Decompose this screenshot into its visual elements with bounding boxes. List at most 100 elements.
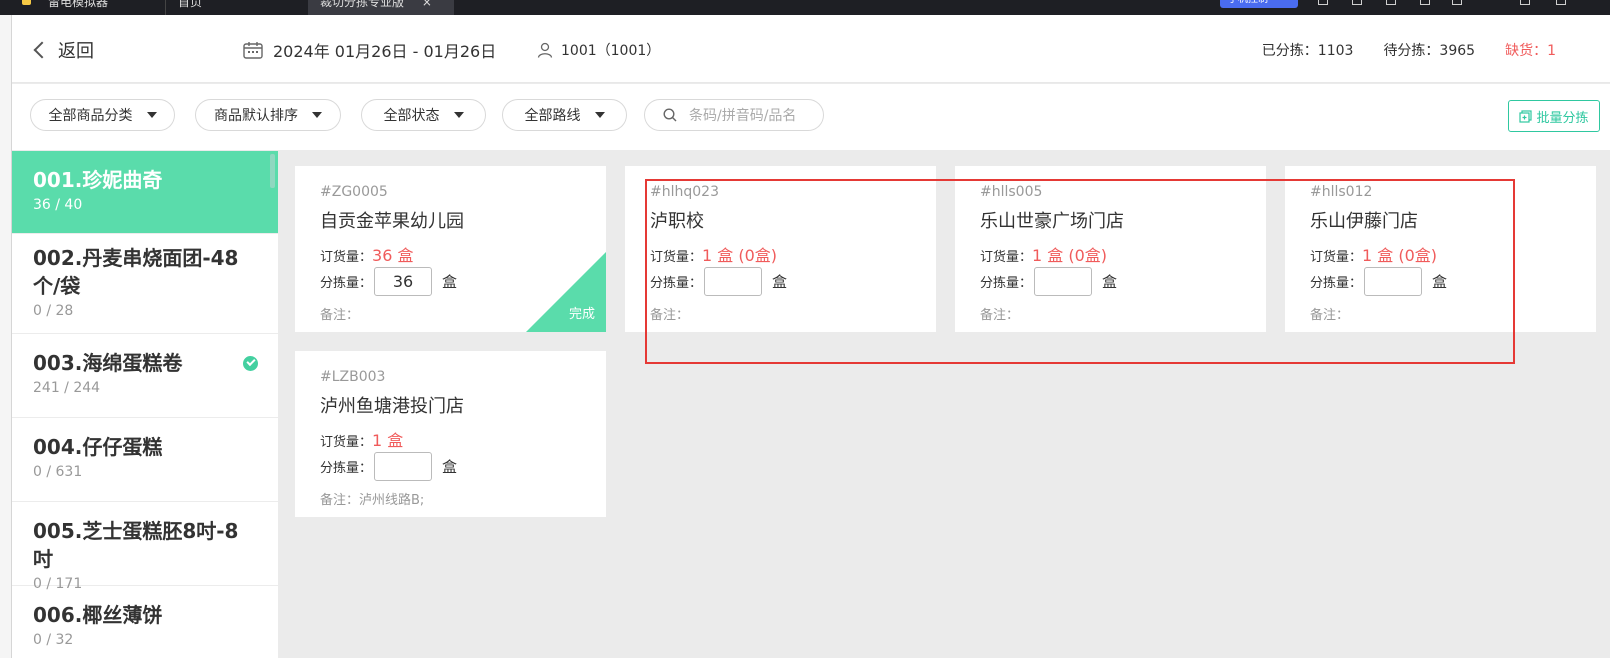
shortage-count[interactable]: 缺货：1 bbox=[1505, 40, 1556, 60]
pick-quantity-input[interactable] bbox=[704, 267, 763, 296]
tab-separator bbox=[165, 0, 166, 15]
toolbar-icon-1[interactable] bbox=[1318, 0, 1328, 5]
unit-label: 盒 bbox=[442, 458, 458, 476]
order-value: 1 盒 (0盒) bbox=[702, 246, 778, 265]
order-card[interactable]: #ZG0005 自贡金苹果幼儿园 订货量： 36 盒 分拣量： 盒 备注： 完成 bbox=[295, 166, 606, 332]
pick-label: 分拣量： bbox=[320, 276, 373, 291]
order-quantity: 订货量： 36 盒 bbox=[320, 242, 413, 266]
search-icon bbox=[663, 108, 677, 122]
pick-quantity: 分拣量： 盒 bbox=[980, 267, 1117, 296]
pick-quantity-input[interactable] bbox=[1034, 267, 1093, 296]
sidebar-item-product[interactable]: 002.丹麦串烧面团-48个/袋 0 / 28 bbox=[12, 234, 278, 334]
product-progress: 36 / 40 bbox=[33, 197, 83, 213]
product-progress: 0 / 631 bbox=[33, 464, 83, 480]
date-range-picker[interactable]: 2024年 01月26日 - 01月26日 bbox=[243, 38, 496, 62]
back-button[interactable]: 返回 bbox=[32, 37, 94, 63]
window-left-edge bbox=[0, 15, 12, 658]
sidebar-item-product[interactable]: 005.芝士蛋糕胚8吋-8吋 0 / 171 bbox=[12, 502, 278, 592]
order-card[interactable]: #hlhq023 泸职校 订货量： 1 盒 (0盒) 分拣量： 盒 备注： bbox=[625, 166, 936, 332]
tab-home[interactable]: 首页 bbox=[178, 0, 202, 15]
product-sidebar: 001.珍妮曲奇 36 / 40 002.丹麦串烧面团-48个/袋 0 / 28… bbox=[12, 151, 278, 658]
store-name: 自贡金苹果幼儿园 bbox=[320, 211, 464, 232]
note-text: 备注： bbox=[320, 308, 360, 323]
minimize-icon[interactable] bbox=[1520, 0, 1530, 5]
caret-down-icon bbox=[146, 112, 157, 118]
caret-down-icon bbox=[453, 112, 464, 118]
search-input[interactable]: 条码/拼音码/品名 bbox=[644, 99, 824, 131]
note-text: 备注： bbox=[1310, 308, 1350, 323]
close-tab-icon[interactable]: × bbox=[422, 0, 432, 9]
sort-filter-dropdown[interactable]: 商品默认排序 bbox=[195, 99, 341, 131]
current-user: 1001（1001） bbox=[537, 40, 660, 60]
unit-label: 盒 bbox=[1102, 273, 1118, 291]
store-code: #hlhq023 bbox=[650, 184, 719, 200]
order-label: 订货量： bbox=[1310, 250, 1363, 265]
store-name: 乐山伊藤门店 bbox=[1310, 211, 1418, 232]
batch-copy-icon bbox=[1519, 109, 1533, 123]
phone-control-badge[interactable]: 手机控制 bbox=[1220, 0, 1298, 8]
pick-quantity: 分拣量： 盒 bbox=[1310, 267, 1447, 296]
tab-sorting-app-label: 裁切分拣专业版 bbox=[320, 0, 405, 9]
note-text: 备注：泸州线路B; bbox=[320, 493, 425, 508]
complete-label: 完成 bbox=[568, 307, 595, 322]
store-name: 泸职校 bbox=[650, 211, 704, 232]
pick-label: 分拣量： bbox=[1310, 276, 1363, 291]
order-quantity: 订货量： 1 盒 (0盒) bbox=[1310, 242, 1437, 266]
sorted-count: 已分拣：1103 bbox=[1261, 43, 1354, 59]
close-window-icon[interactable] bbox=[1556, 0, 1566, 5]
product-progress: 0 / 28 bbox=[33, 303, 74, 319]
route-filter-dropdown[interactable]: 全部路线 bbox=[502, 99, 627, 131]
order-quantity: 订货量： 1 盒 (0盒) bbox=[650, 242, 777, 266]
order-quantity: 订货量： 1 盒 bbox=[320, 427, 403, 451]
pending-count: 待分拣：3965 bbox=[1383, 43, 1476, 59]
caret-down-icon bbox=[312, 112, 322, 118]
batch-sort-button[interactable]: 批量分拣 bbox=[1508, 100, 1600, 132]
product-name: 004.仔仔蛋糕 bbox=[33, 435, 163, 459]
product-name: 005.芝士蛋糕胚8吋-8吋 bbox=[33, 519, 239, 571]
tab-sorting-app[interactable]: 裁切分拣专业版 × bbox=[308, 0, 454, 15]
emulator-logo-icon bbox=[22, 0, 31, 5]
chevron-left-icon bbox=[33, 41, 51, 59]
pick-quantity-input[interactable] bbox=[1364, 267, 1423, 296]
note-text: 备注： bbox=[650, 308, 690, 323]
sidebar-item-product[interactable]: 001.珍妮曲奇 36 / 40 bbox=[12, 151, 278, 234]
sidebar-item-product[interactable]: 003.海绵蛋糕卷 241 / 244 bbox=[12, 334, 278, 418]
product-name: 003.海绵蛋糕卷 bbox=[33, 351, 183, 375]
store-code: #ZG0005 bbox=[320, 184, 388, 200]
pick-label: 分拣量： bbox=[320, 461, 373, 476]
date-range-text: 2024年 01月26日 - 01月26日 bbox=[273, 42, 497, 61]
check-circle-icon bbox=[243, 356, 258, 371]
pick-quantity: 分拣量： 盒 bbox=[320, 452, 457, 481]
status-filter-label: 全部状态 bbox=[383, 108, 440, 124]
toolbar-icon-3[interactable] bbox=[1386, 0, 1396, 5]
order-value: 1 盒 bbox=[372, 431, 404, 450]
unit-label: 盒 bbox=[442, 273, 458, 291]
sidebar-item-product[interactable]: 006.椰丝薄饼 0 / 32 bbox=[12, 586, 278, 658]
sidebar-scrollbar[interactable] bbox=[270, 154, 275, 188]
status-filter-dropdown[interactable]: 全部状态 bbox=[361, 99, 486, 131]
note-text: 备注： bbox=[980, 308, 1020, 323]
unit-label: 盒 bbox=[772, 273, 788, 291]
order-card[interactable]: #hlls012 乐山伊藤门店 订货量： 1 盒 (0盒) 分拣量： 盒 备注： bbox=[1285, 166, 1596, 332]
order-label: 订货量： bbox=[650, 250, 703, 265]
store-name: 泸州鱼塘港投门店 bbox=[320, 396, 464, 417]
order-value: 1 盒 (0盒) bbox=[1362, 246, 1438, 265]
sidebar-item-product[interactable]: 004.仔仔蛋糕 0 / 631 bbox=[12, 418, 278, 502]
toolbar-icon-2[interactable] bbox=[1352, 0, 1362, 5]
category-filter-dropdown[interactable]: 全部商品分类 bbox=[30, 99, 175, 131]
store-code: #hlls005 bbox=[980, 184, 1043, 200]
pick-quantity-input[interactable] bbox=[374, 452, 433, 481]
tab-emulator[interactable]: 雷电模拟器 bbox=[48, 0, 108, 15]
product-name: 002.丹麦串烧面团-48个/袋 bbox=[33, 246, 239, 298]
order-card[interactable]: #hlls005 乐山世豪广场门店 订货量： 1 盒 (0盒) 分拣量： 盒 备… bbox=[955, 166, 1266, 332]
caret-down-icon bbox=[594, 112, 605, 118]
pick-quantity-input[interactable] bbox=[374, 267, 433, 296]
search-placeholder: 条码/拼音码/品名 bbox=[689, 108, 797, 124]
user-icon bbox=[537, 42, 553, 58]
sort-filter-label: 商品默认排序 bbox=[214, 108, 298, 124]
toolbar-icon-5[interactable] bbox=[1452, 0, 1462, 5]
toolbar-icon-4[interactable] bbox=[1420, 0, 1430, 5]
order-card[interactable]: #LZB003 泸州鱼塘港投门店 订货量： 1 盒 分拣量： 盒 备注：泸州线路… bbox=[295, 351, 606, 517]
pick-quantity: 分拣量： 盒 bbox=[650, 267, 787, 296]
store-code: #LZB003 bbox=[320, 369, 386, 385]
